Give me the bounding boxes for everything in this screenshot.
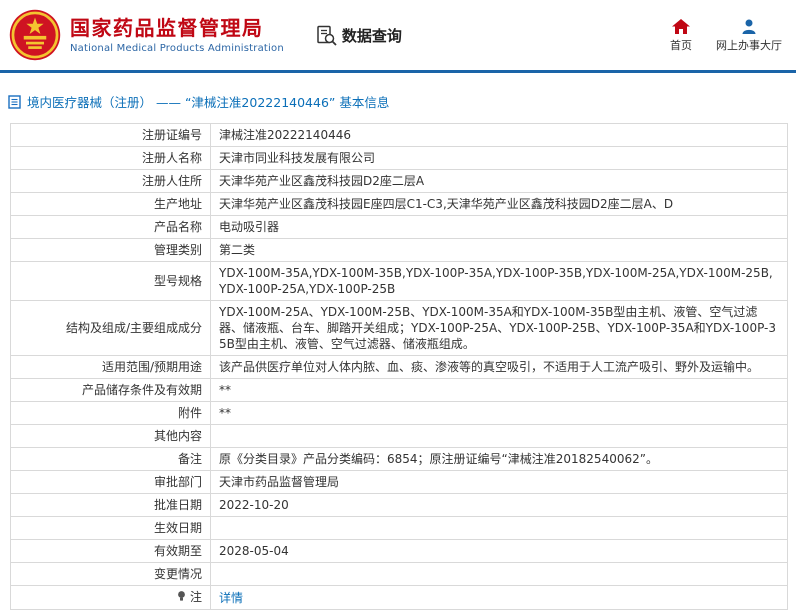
row-value: 津械注准20222140446 — [210, 123, 788, 147]
row-label: 产品名称 — [10, 215, 211, 239]
row-label-text: 生产地址 — [153, 197, 202, 211]
row-label: 生产地址 — [10, 192, 211, 216]
row-value: 天津市药品监督管理局 — [210, 470, 788, 494]
nav-home[interactable]: 首页 — [670, 18, 692, 53]
row-label-text: 产品储存条件及有效期 — [81, 383, 202, 397]
row-value: 第二类 — [210, 238, 788, 262]
row-label-text: 结构及组成/主要组成成分 — [65, 321, 202, 335]
table-row: 生产地址 天津华苑产业区鑫茂科技园E座四层C1-C3,天津华苑产业区鑫茂科技园D2… — [10, 192, 788, 216]
table-row: 附件 ** — [10, 401, 788, 425]
row-label: 注册证编号 — [10, 123, 211, 147]
table-row: 有效期至 2028-05-04 — [10, 539, 788, 563]
row-value: ** — [210, 401, 788, 425]
table-row: 注册人名称 天津市同业科技发展有限公司 — [10, 146, 788, 170]
agency-name-en: National Medical Products Administration — [70, 42, 284, 54]
home-icon — [672, 18, 690, 34]
table-row: 产品储存条件及有效期 ** — [10, 378, 788, 402]
row-label: 适用范围/预期用途 — [10, 355, 211, 379]
row-label: 备注 — [10, 447, 211, 471]
row-value: 天津华苑产业区鑫茂科技园D2座二层A — [210, 169, 788, 193]
row-label-text: 产品名称 — [153, 220, 202, 234]
table-row: 型号规格 YDX-100M-35A,YDX-100M-35B,YDX-100P-3… — [10, 261, 788, 301]
row-label: 注 — [10, 585, 211, 610]
row-label-text: 注 — [189, 590, 202, 604]
row-value: 原《分类目录》产品分类编码：6854；原注册证编号“津械注准2018254006… — [210, 447, 788, 471]
row-label-text: 变更情况 — [153, 567, 202, 581]
row-label: 注册人住所 — [10, 169, 211, 193]
row-label-text: 注册证编号 — [141, 128, 202, 142]
table-row: 适用范围/预期用途 该产品供医疗单位对人体内脓、血、痰、渗液等的真空吸引，不适用于… — [10, 355, 788, 379]
row-label: 型号规格 — [10, 261, 211, 301]
row-label: 批准日期 — [10, 493, 211, 517]
row-value: YDX-100M-25A、YDX-100M-25B、YDX-100M-35A和Y… — [210, 300, 788, 356]
table-row: 备注 原《分类目录》产品分类编码：6854；原注册证编号“津械注准20182540… — [10, 447, 788, 471]
row-label-text: 审批部门 — [153, 475, 202, 489]
table-row: 注 详情 — [10, 585, 788, 610]
data-query-icon — [317, 25, 337, 46]
row-value: YDX-100M-35A,YDX-100M-35B,YDX-100P-35A,Y… — [210, 261, 788, 301]
row-label: 附件 — [10, 401, 211, 425]
row-value: ** — [210, 378, 788, 402]
row-label-text: 批准日期 — [153, 498, 202, 512]
row-value: 天津华苑产业区鑫茂科技园E座四层C1-C3,天津华苑产业区鑫茂科技园D2座二层A… — [210, 192, 788, 216]
row-label-text: 型号规格 — [153, 274, 202, 288]
row-value: 2022-10-20 — [210, 493, 788, 517]
breadcrumb-text: 境内医疗器械（注册） —— “津械注准20222140446” 基本信息 — [27, 95, 390, 110]
note-icon — [176, 590, 187, 606]
nav-online-hall[interactable]: 网上办事大厅 — [716, 18, 782, 53]
row-value — [210, 516, 788, 540]
detail-link[interactable]: 详情 — [219, 591, 243, 605]
row-value — [210, 562, 788, 586]
row-value: 电动吸引器 — [210, 215, 788, 239]
table-row: 管理类别 第二类 — [10, 238, 788, 262]
row-value — [210, 424, 788, 448]
agency-title-block: 国家药品监督管理局 National Medical Products Admi… — [70, 15, 284, 54]
table-row: 产品名称 电动吸引器 — [10, 215, 788, 239]
agency-name-cn: 国家药品监督管理局 — [70, 15, 264, 40]
row-label: 管理类别 — [10, 238, 211, 262]
document-icon — [8, 94, 21, 109]
nav-online-hall-label: 网上办事大厅 — [716, 38, 782, 52]
data-query-label: 数据查询 — [341, 26, 402, 45]
header-divider — [0, 70, 796, 73]
row-label-text: 其他内容 — [153, 429, 202, 443]
header-nav: 首页 网上办事大厅 — [670, 18, 782, 53]
row-label-text: 备注 — [177, 452, 202, 466]
row-label-text: 适用范围/预期用途 — [101, 360, 202, 374]
row-value: 天津市同业科技发展有限公司 — [210, 146, 788, 170]
table-row: 注册证编号 津械注准20222140446 — [10, 123, 788, 147]
table-row: 批准日期 2022-10-20 — [10, 493, 788, 517]
row-value: 详情 — [210, 585, 788, 610]
person-icon — [741, 18, 757, 34]
row-label-text: 附件 — [177, 406, 202, 420]
table-row: 审批部门 天津市药品监督管理局 — [10, 470, 788, 494]
row-label: 其他内容 — [10, 424, 211, 448]
info-table: 注册证编号 津械注准20222140446 注册人名称 天津市同业科技发展有限公司 注册… — [10, 123, 788, 610]
row-label: 结构及组成/主要组成成分 — [10, 300, 211, 356]
row-value: 该产品供医疗单位对人体内脓、血、痰、渗液等的真空吸引，不适用于人工流产吸引、野外… — [210, 355, 788, 379]
row-label: 产品储存条件及有效期 — [10, 378, 211, 402]
table-row: 结构及组成/主要组成成分 YDX-100M-25A、YDX-100M-25B、YD… — [10, 300, 788, 356]
row-label: 变更情况 — [10, 562, 211, 586]
table-row: 变更情况 — [10, 562, 788, 586]
row-label: 审批部门 — [10, 470, 211, 494]
row-label: 注册人名称 — [10, 146, 211, 170]
row-label-text: 注册人名称 — [141, 151, 202, 165]
row-label-text: 注册人住所 — [141, 174, 202, 188]
info-table-body: 注册证编号 津械注准20222140446 注册人名称 天津市同业科技发展有限公司 注册… — [10, 123, 788, 610]
national-emblem-logo — [9, 9, 61, 61]
row-label: 生效日期 — [10, 516, 211, 540]
site-header: 国家药品监督管理局 National Medical Products Admi… — [0, 0, 796, 70]
data-query-title: 数据查询 — [316, 25, 402, 46]
table-row: 生效日期 — [10, 516, 788, 540]
breadcrumb: 境内医疗器械（注册） —— “津械注准20222140446” 基本信息 — [8, 92, 796, 111]
row-label-text: 管理类别 — [153, 243, 202, 257]
nav-home-label: 首页 — [670, 38, 692, 52]
row-label: 有效期至 — [10, 539, 211, 563]
table-row: 其他内容 — [10, 424, 788, 448]
row-label-text: 生效日期 — [153, 521, 202, 535]
row-label-text: 有效期至 — [153, 544, 202, 558]
table-row: 注册人住所 天津华苑产业区鑫茂科技园D2座二层A — [10, 169, 788, 193]
row-value: 2028-05-04 — [210, 539, 788, 563]
